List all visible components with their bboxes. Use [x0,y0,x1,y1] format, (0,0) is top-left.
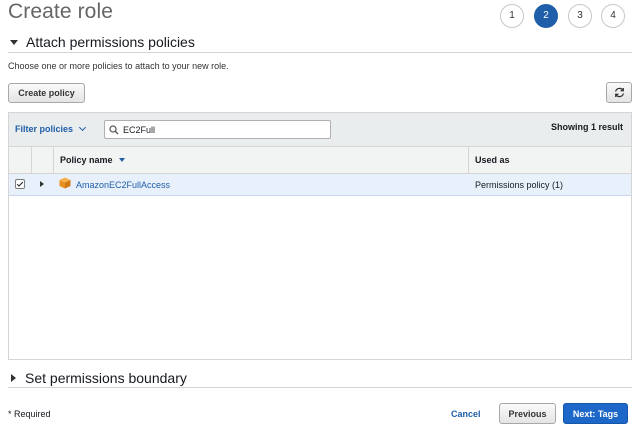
search-field[interactable] [104,120,331,139]
column-divider [468,147,469,173]
row-checkbox[interactable] [15,179,25,189]
expand-row-icon[interactable] [40,181,44,187]
next-tags-button[interactable]: Next: Tags [563,403,628,424]
search-input[interactable] [123,124,323,135]
column-divider [53,147,54,173]
permissions-boundary-title: Set permissions boundary [25,370,187,386]
filter-policies-dropdown[interactable]: Filter policies [15,123,87,134]
create-policy-button[interactable]: Create policy [8,83,85,103]
policy-name-link[interactable]: AmazonEC2FullAccess [76,180,170,190]
attach-policies-title: Attach permissions policies [26,34,195,50]
step-2[interactable]: 2 [534,4,558,28]
table-row[interactable]: AmazonEC2FullAccess Permissions policy (… [9,174,631,196]
attach-description: Choose one or more policies to attach to… [8,61,229,71]
cancel-link[interactable]: Cancel [451,409,481,419]
table-header: Policy name Used as [9,147,631,174]
checkmark-icon [16,179,24,187]
filter-bar: Filter policies Showing 1 result [9,113,631,147]
page-title: Create role [8,0,113,23]
chevron-down-icon [78,123,87,132]
policy-name-header-label: Policy name [60,155,113,165]
policy-cube-icon [59,177,71,189]
step-1[interactable]: 1 [500,4,524,28]
section-divider [8,52,632,53]
required-note: * Required [8,409,51,419]
collapse-caret-icon [10,39,18,45]
previous-button[interactable]: Previous [499,403,556,424]
policy-used-as: Permissions policy (1) [475,180,564,190]
policies-table: Filter policies Showing 1 result Policy … [8,112,632,360]
search-icon [105,121,123,138]
column-header-used-as[interactable]: Used as [475,155,510,165]
attach-policies-header[interactable]: Attach permissions policies [8,34,195,50]
expand-caret-icon [11,374,16,382]
sort-descending-icon [118,158,125,162]
refresh-icon [614,87,624,98]
section-divider [8,387,632,388]
step-3[interactable]: 3 [568,4,592,28]
permissions-boundary-header[interactable]: Set permissions boundary [8,370,187,386]
column-header-policy-name[interactable]: Policy name [60,155,125,165]
filter-policies-label: Filter policies [15,124,74,134]
step-4[interactable]: 4 [601,4,625,28]
refresh-button[interactable] [606,82,632,103]
column-divider [31,147,32,173]
result-count: Showing 1 result [550,122,623,132]
